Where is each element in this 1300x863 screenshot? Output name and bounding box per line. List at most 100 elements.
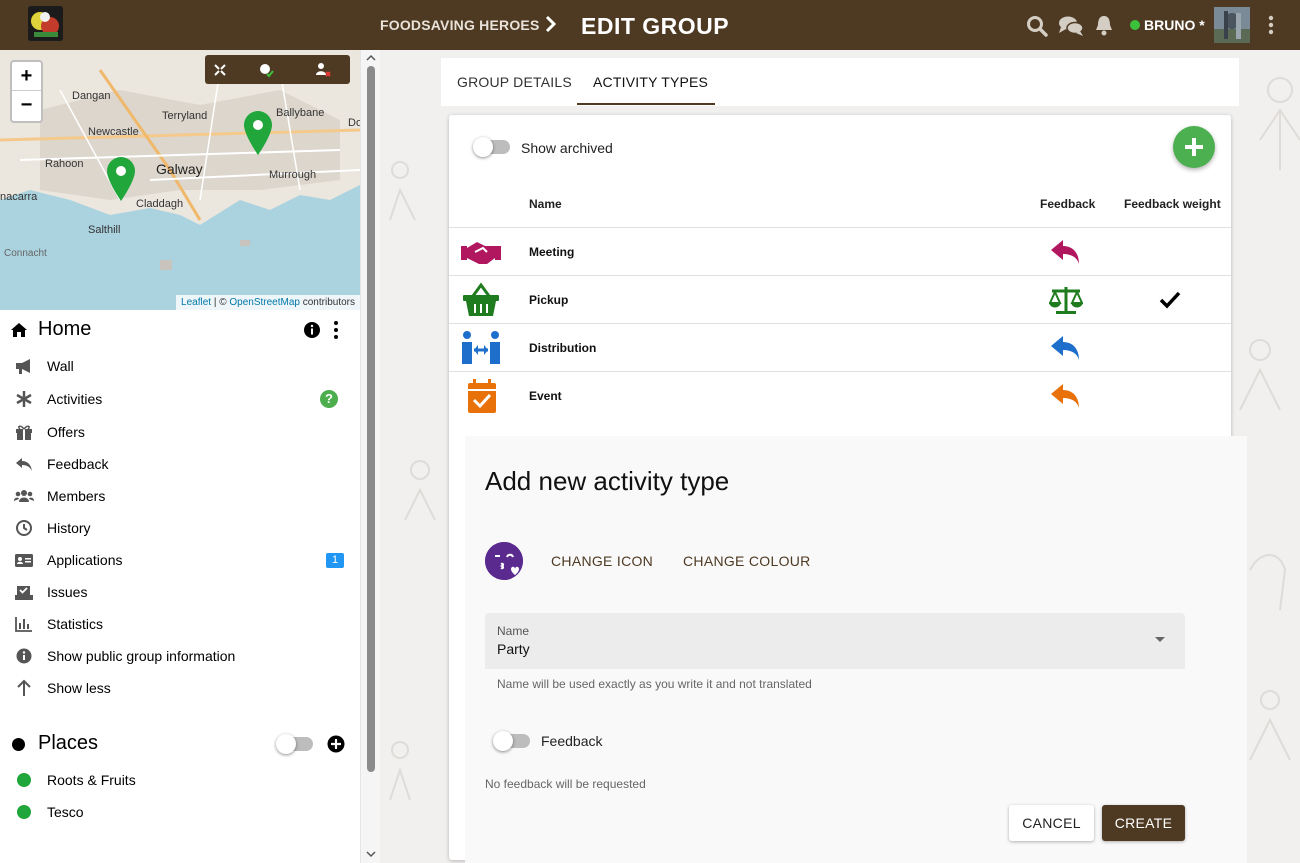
- sidebar-item-statistics[interactable]: Statistics: [0, 609, 360, 639]
- reply-icon: [16, 458, 32, 471]
- create-button[interactable]: CREATE: [1102, 805, 1185, 841]
- group-map[interactable]: Dangan Terryland Ballybane Newcastle Gal…: [0, 50, 360, 310]
- table-row[interactable]: Meeting: [449, 227, 1231, 275]
- checkmark-icon: [1159, 291, 1181, 309]
- svg-text:Rahoon: Rahoon: [45, 158, 84, 170]
- place-item[interactable]: Roots & Fruits: [0, 765, 360, 795]
- svg-text:Galway: Galway: [156, 161, 203, 177]
- scroll-down-icon[interactable]: [366, 850, 376, 858]
- vote-icon: [15, 586, 33, 600]
- sidebar-item-show-less[interactable]: Show less: [0, 673, 360, 703]
- user-name[interactable]: BRUNO *: [1144, 17, 1205, 33]
- zoom-in-button[interactable]: +: [12, 62, 41, 91]
- activity-type-name: Distribution: [529, 341, 597, 355]
- sidebar-item-label: Show public group information: [47, 648, 236, 664]
- sidebar-item-label: Members: [47, 488, 106, 504]
- add-activity-type-button[interactable]: [1173, 126, 1215, 168]
- sidebar: Dangan Terryland Ballybane Newcastle Gal…: [0, 50, 360, 863]
- show-places-icon[interactable]: [258, 62, 274, 78]
- home-title[interactable]: Home: [38, 318, 91, 341]
- sidebar-item-history[interactable]: History: [0, 513, 360, 543]
- svg-text:Terryland: Terryland: [162, 110, 207, 122]
- chat-icon[interactable]: [1058, 15, 1084, 42]
- selected-activity-icon[interactable]: [485, 542, 523, 580]
- sidebar-item-label: History: [47, 520, 91, 536]
- gift-icon: [16, 425, 32, 440]
- more-vert-icon[interactable]: [328, 320, 344, 340]
- avatar[interactable]: [1214, 7, 1250, 43]
- map-zoom-control: + −: [10, 60, 43, 123]
- asterisk-icon: [16, 391, 32, 407]
- column-header-name[interactable]: Name: [529, 197, 562, 211]
- place-label: Roots & Fruits: [47, 772, 136, 788]
- change-icon-button[interactable]: CHANGE ICON: [551, 553, 653, 569]
- sidebar-item-members[interactable]: Members: [0, 481, 360, 511]
- cancel-button[interactable]: CANCEL: [1009, 805, 1094, 841]
- sidebar-item-activities[interactable]: Activities ?: [0, 384, 360, 414]
- scroll-thumb[interactable]: [367, 66, 375, 772]
- group-logo[interactable]: [28, 6, 63, 41]
- feedback-toggle[interactable]: [493, 731, 530, 751]
- column-header-feedback-weight[interactable]: Feedback weight: [1124, 197, 1221, 211]
- leaflet-link[interactable]: Leaflet: [181, 297, 211, 308]
- sidebar-item-label: Feedback: [47, 456, 109, 472]
- column-header-feedback[interactable]: Feedback: [1040, 197, 1095, 211]
- more-vert-icon[interactable]: [1262, 14, 1280, 41]
- name-select-field[interactable]: Name Party: [485, 613, 1185, 669]
- map-tiles: Dangan Terryland Ballybane Newcastle Gal…: [0, 50, 360, 310]
- sidebar-item-issues[interactable]: Issues: [0, 577, 360, 607]
- tab-group-details[interactable]: GROUP DETAILS: [457, 74, 572, 90]
- basket-icon: [463, 282, 499, 316]
- tab-activity-types[interactable]: ACTIVITY TYPES: [593, 74, 708, 90]
- dialog-title: Add new activity type: [485, 466, 730, 496]
- map-marker-icon[interactable]: [106, 156, 136, 202]
- breadcrumb-group[interactable]: FOODSAVING HEROES: [380, 17, 540, 33]
- zoom-out-button[interactable]: −: [12, 91, 41, 120]
- activity-type-name: Event: [529, 389, 562, 403]
- sidebar-item-feedback[interactable]: Feedback: [0, 449, 360, 479]
- change-colour-button[interactable]: CHANGE COLOUR: [683, 553, 811, 569]
- svg-text:Newcastle: Newcastle: [88, 126, 139, 138]
- place-item[interactable]: Tesco: [0, 797, 360, 827]
- kiss-wink-heart-icon: [485, 542, 523, 580]
- place-status-dot: [17, 805, 31, 819]
- sidebar-item-applications[interactable]: Applications 1: [0, 545, 360, 575]
- places-archive-toggle[interactable]: [276, 734, 313, 754]
- show-archived-toggle[interactable]: [473, 137, 510, 157]
- feedback-hint: No feedback will be requested: [485, 777, 646, 791]
- bar-chart-icon: [15, 617, 32, 632]
- people-arrows-icon: [462, 331, 500, 364]
- sidebar-item-label: Wall: [47, 358, 74, 374]
- info-icon[interactable]: [303, 321, 321, 339]
- bell-icon[interactable]: [1095, 15, 1113, 41]
- reply-icon: [1051, 336, 1079, 360]
- sidebar-scrollbar[interactable]: [360, 50, 380, 863]
- osm-link[interactable]: OpenStreetMap: [229, 297, 300, 308]
- feedback-toggle-label: Feedback: [541, 733, 603, 749]
- tab-bar: GROUP DETAILS ACTIVITY TYPES: [441, 58, 1239, 106]
- sidebar-item-wall[interactable]: Wall: [0, 351, 360, 381]
- table-row[interactable]: Distribution: [449, 323, 1231, 371]
- map-marker-icon[interactable]: [243, 110, 273, 156]
- dropdown-arrow-icon[interactable]: [1155, 637, 1165, 642]
- sidebar-item-offers[interactable]: Offers: [0, 417, 360, 447]
- places-section-header: Places: [0, 728, 360, 760]
- sidebar-item-label: Activities: [47, 391, 103, 407]
- sidebar-item-public-info[interactable]: Show public group information: [0, 641, 360, 671]
- show-members-icon[interactable]: [315, 62, 331, 78]
- scroll-up-icon[interactable]: [366, 54, 376, 62]
- table-row[interactable]: Event: [449, 371, 1231, 419]
- table-row[interactable]: Pickup: [449, 275, 1231, 323]
- place-label: Tesco: [47, 804, 84, 820]
- expand-icon[interactable]: [214, 64, 226, 76]
- places-title[interactable]: Places: [38, 732, 98, 755]
- add-place-icon[interactable]: [327, 735, 345, 753]
- help-icon[interactable]: ?: [320, 390, 338, 408]
- handshake-icon: [461, 242, 501, 264]
- activity-type-name: Meeting: [529, 245, 575, 259]
- svg-text:nacarra: nacarra: [0, 191, 38, 203]
- search-icon[interactable]: [1026, 15, 1048, 42]
- calendar-check-icon: [468, 379, 496, 413]
- arrow-up-icon: [17, 679, 31, 696]
- id-card-icon: [15, 554, 33, 567]
